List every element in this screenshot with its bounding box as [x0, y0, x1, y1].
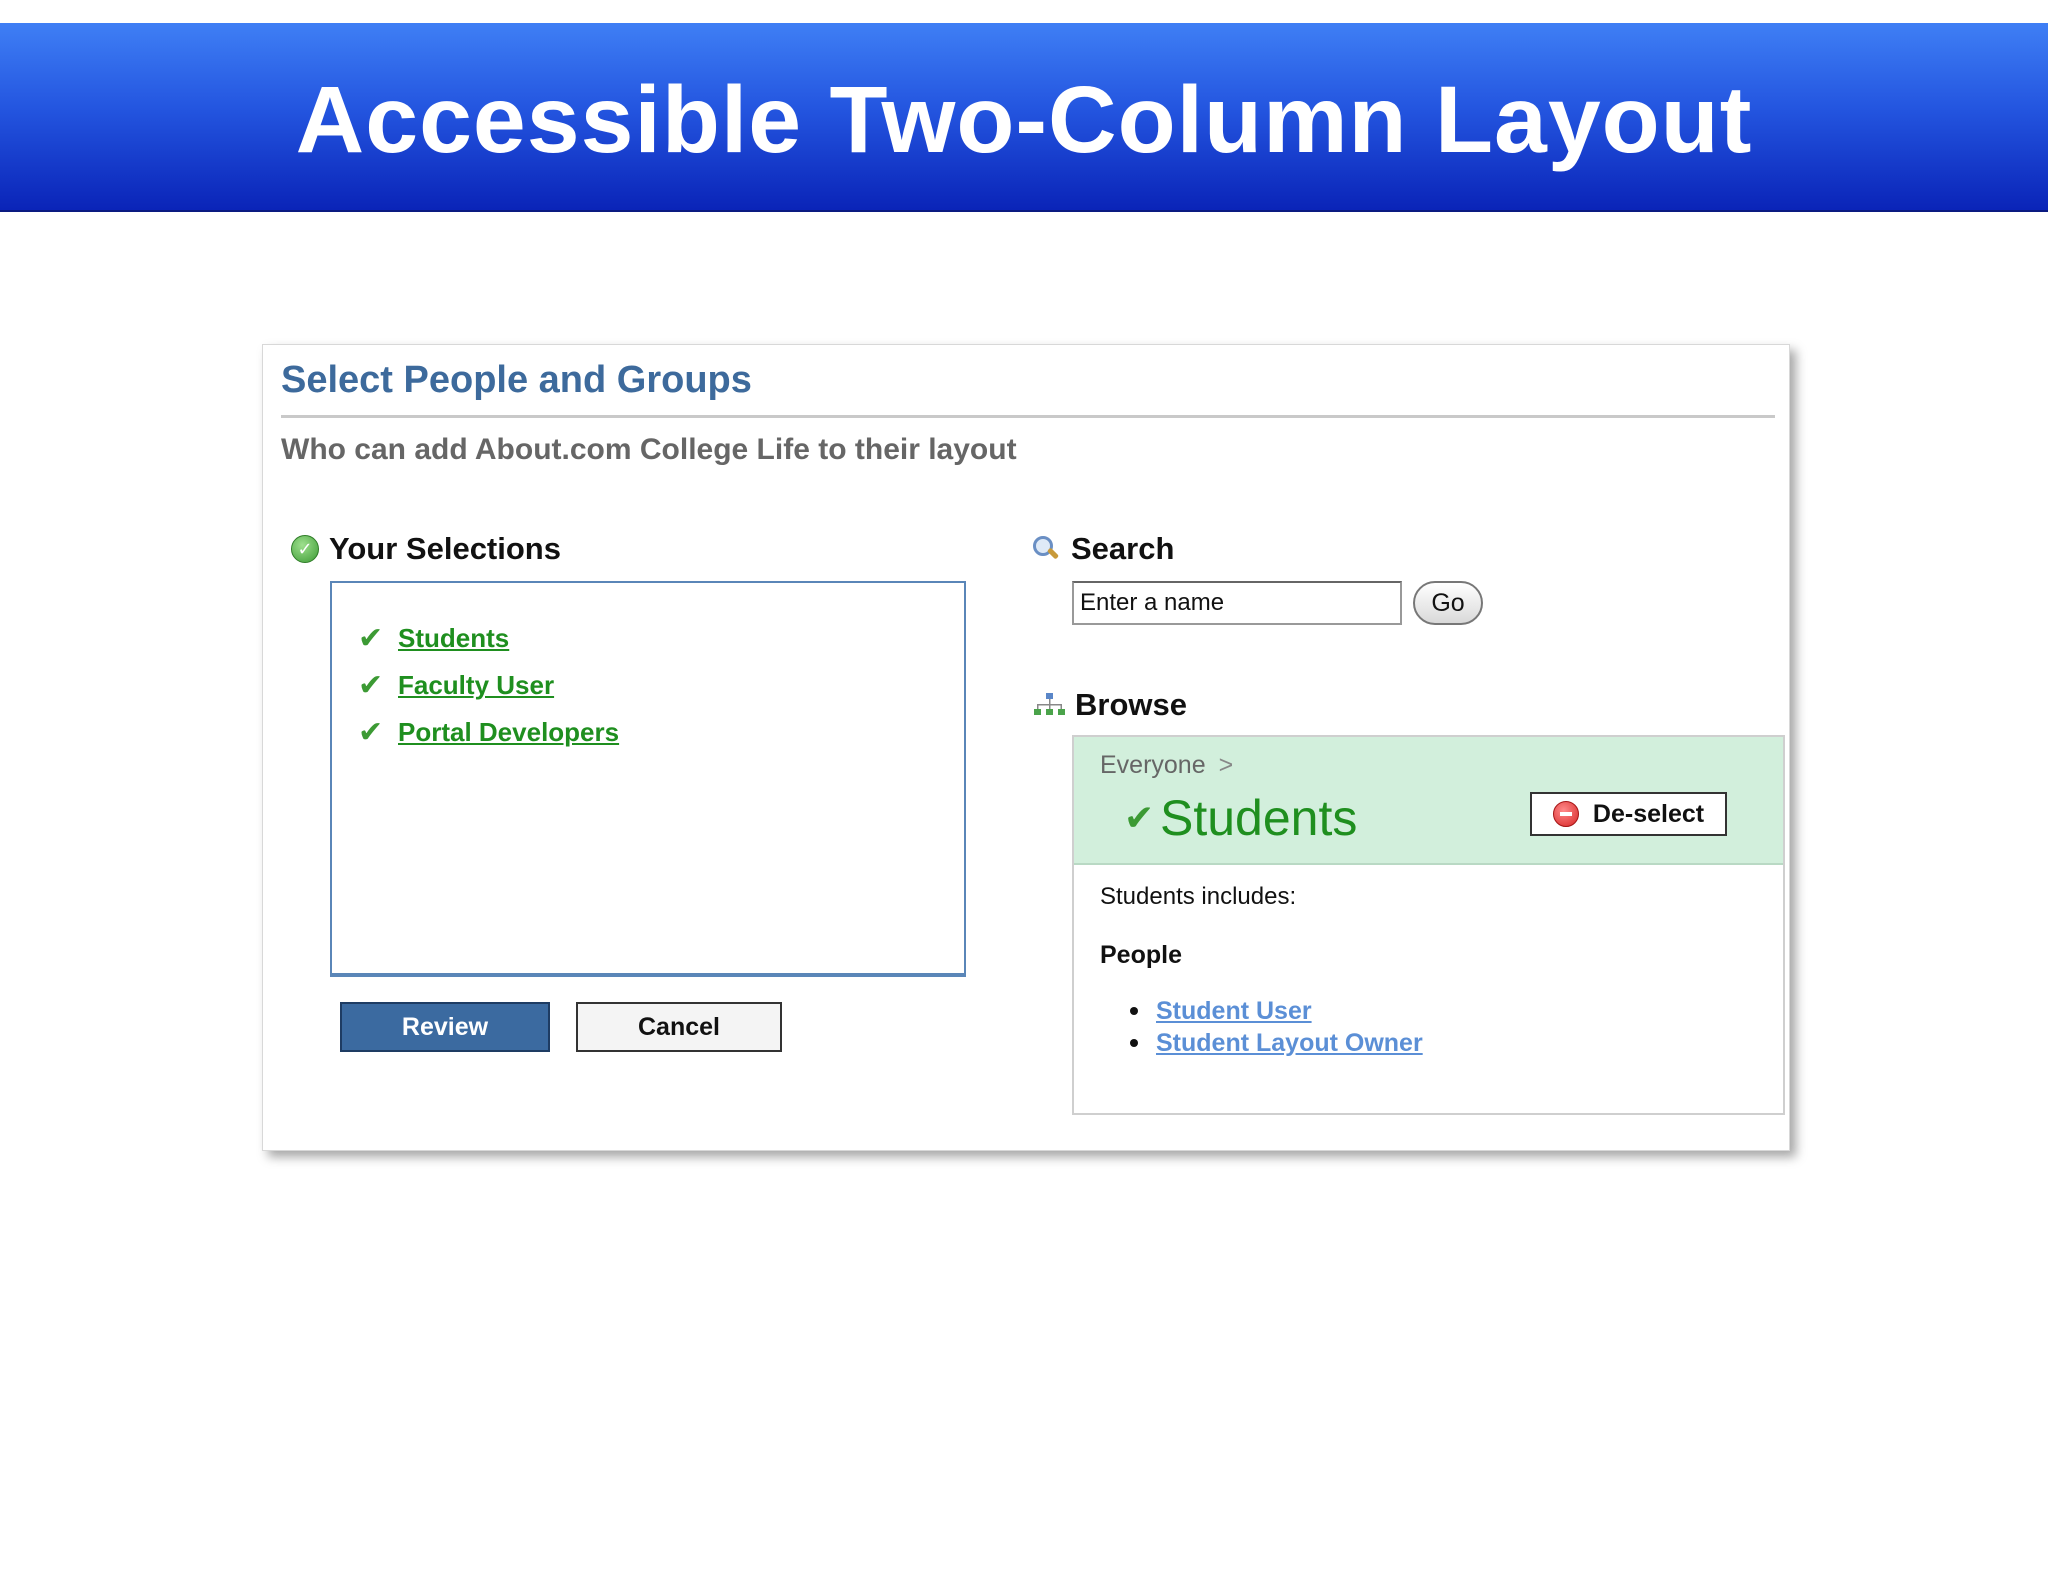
checkmark-icon: ✔: [358, 669, 384, 702]
breadcrumb-separator: >: [1218, 751, 1234, 779]
browse-group-header: Everyone > ✔ Students De-select: [1074, 737, 1783, 865]
person-link-student-user[interactable]: Student User: [1156, 997, 1312, 1026]
check-circle-icon: ✓: [291, 535, 319, 563]
people-list: Student User Student Layout Owner: [1100, 995, 1423, 1059]
selections-heading-label: Your Selections: [329, 531, 561, 566]
deselect-button-label: De-select: [1592, 799, 1705, 828]
current-group: ✔ Students: [1124, 789, 1357, 847]
search-heading: Search: [1033, 531, 1174, 567]
panel-subtitle: Who can add About.com College Life to th…: [281, 433, 1017, 466]
selections-box: ✔ Students ✔ Faculty User ✔ Portal Devel…: [330, 581, 966, 977]
slide-title: Accessible Two-Column Layout: [295, 67, 1753, 173]
panel-title: Select People and Groups: [281, 359, 752, 401]
selection-item-faculty-user: ✔ Faculty User: [358, 662, 964, 709]
bullet: [1130, 1039, 1138, 1047]
selection-item-portal-developers: ✔ Portal Developers: [358, 709, 964, 756]
checkmark-icon: ✔: [358, 622, 384, 655]
list-item: Student User: [1100, 995, 1423, 1027]
bullet: [1130, 1007, 1138, 1015]
search-input[interactable]: [1072, 581, 1402, 625]
checkmark-icon: ✔: [358, 716, 384, 749]
current-group-name: Students: [1160, 790, 1358, 846]
browse-box: Everyone > ✔ Students De-select Students…: [1072, 735, 1785, 1115]
people-heading: People: [1100, 941, 1182, 969]
deselect-button[interactable]: De-select: [1530, 792, 1727, 836]
select-people-panel: Select People and Groups Who can add Abo…: [262, 344, 1790, 1151]
selections-heading: ✓ Your Selections: [291, 531, 561, 567]
magnifier-icon: [1033, 536, 1060, 562]
minus-circle-icon: [1552, 801, 1579, 827]
go-button[interactable]: Go: [1413, 581, 1483, 625]
breadcrumb: Everyone >: [1100, 751, 1233, 780]
selections-list: ✔ Students ✔ Faculty User ✔ Portal Devel…: [332, 583, 964, 756]
browse-heading: Browse: [1033, 687, 1187, 723]
search-heading-label: Search: [1071, 531, 1175, 566]
selection-link-students[interactable]: Students: [398, 623, 509, 654]
slide-banner: Accessible Two-Column Layout: [0, 23, 2048, 212]
panel-divider: [281, 415, 1775, 418]
group-includes-text: Students includes:: [1100, 883, 1297, 910]
person-link-student-layout-owner[interactable]: Student Layout Owner: [1156, 1029, 1423, 1058]
selection-link-faculty-user[interactable]: Faculty User: [398, 670, 554, 701]
checkmark-icon: ✔: [1124, 797, 1155, 838]
browse-heading-label: Browse: [1075, 687, 1187, 722]
selection-item-students: ✔ Students: [358, 615, 964, 662]
breadcrumb-everyone[interactable]: Everyone: [1100, 751, 1206, 779]
org-tree-icon: [1034, 693, 1065, 715]
slide: Accessible Two-Column Layout Select Peop…: [0, 0, 2048, 1582]
cancel-button[interactable]: Cancel: [576, 1002, 782, 1052]
review-button[interactable]: Review: [340, 1002, 550, 1052]
selection-link-portal-developers[interactable]: Portal Developers: [398, 717, 619, 748]
list-item: Student Layout Owner: [1100, 1027, 1423, 1059]
